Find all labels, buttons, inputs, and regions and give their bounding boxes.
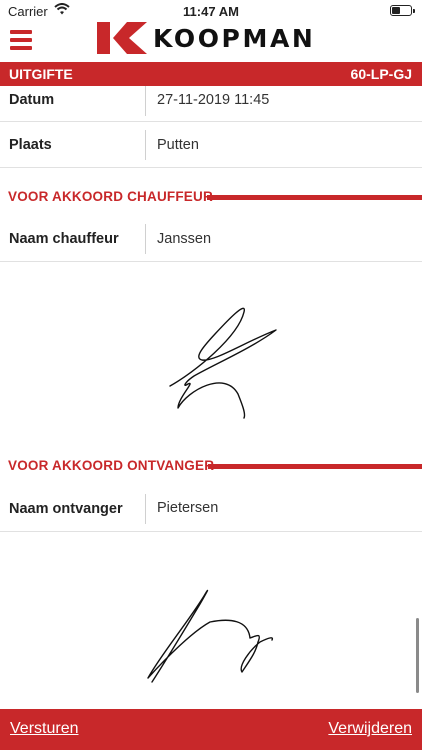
app-header: KOOPMAN: [0, 22, 422, 62]
send-button[interactable]: Versturen: [10, 720, 78, 738]
field-divider: [145, 130, 146, 160]
chauffeur-signature-drawing: [169, 307, 277, 419]
chauffeur-name-label: Naam chauffeur: [9, 231, 119, 247]
ontvanger-name-row: Naam ontvanger Pietersen: [0, 486, 422, 532]
plaats-row: Plaats Putten: [0, 122, 422, 168]
scrollbar[interactable]: [416, 618, 419, 693]
document-type: UITGIFTE: [9, 66, 73, 82]
koopman-logo-mark-icon: [97, 22, 147, 54]
datum-label: Datum: [9, 92, 55, 108]
license-plate: 60-LP-GJ: [350, 66, 412, 82]
document-title-bar: UITGIFTE 60-LP-GJ: [0, 62, 422, 86]
ontvanger-signature-pad[interactable]: [0, 532, 422, 709]
ontvanger-name-label: Naam ontvanger: [9, 501, 123, 517]
section-ontvanger-header: VOOR AKKOORD ONTVANGER: [0, 456, 422, 478]
brand-name: KOOPMAN: [153, 24, 316, 53]
section-divider-line: [207, 195, 422, 200]
field-divider: [145, 494, 146, 524]
bottom-action-bar: Versturen Verwijderen: [0, 709, 422, 750]
section-ontvanger-title: VOOR AKKOORD ONTVANGER: [8, 458, 215, 473]
chauffeur-name-row: Naam chauffeur Janssen: [0, 216, 422, 262]
section-divider-line: [208, 464, 422, 469]
chauffeur-name-value[interactable]: Janssen: [157, 231, 211, 247]
status-time: 11:47 AM: [183, 4, 239, 19]
section-chauffeur-header: VOOR AKKOORD CHAUFFEUR: [0, 187, 422, 209]
plaats-label: Plaats: [9, 137, 52, 153]
battery-icon: [390, 5, 415, 16]
datum-value[interactable]: 27-11-2019 11:45: [157, 92, 269, 108]
delete-button[interactable]: Verwijderen: [328, 720, 412, 738]
datum-row: Datum 27-11-2019 11:45: [0, 86, 422, 122]
status-bar: Carrier 11:47 AM: [0, 0, 422, 22]
ontvanger-name-value[interactable]: Pietersen: [157, 500, 218, 516]
chauffeur-signature-pad[interactable]: [0, 262, 422, 440]
field-divider: [145, 224, 146, 254]
field-divider: [145, 86, 146, 116]
section-chauffeur-title: VOOR AKKOORD CHAUFFEUR: [8, 189, 213, 204]
plaats-value[interactable]: Putten: [157, 137, 199, 153]
hamburger-menu-icon[interactable]: [10, 30, 32, 50]
ontvanger-signature-drawing: [147, 589, 274, 683]
